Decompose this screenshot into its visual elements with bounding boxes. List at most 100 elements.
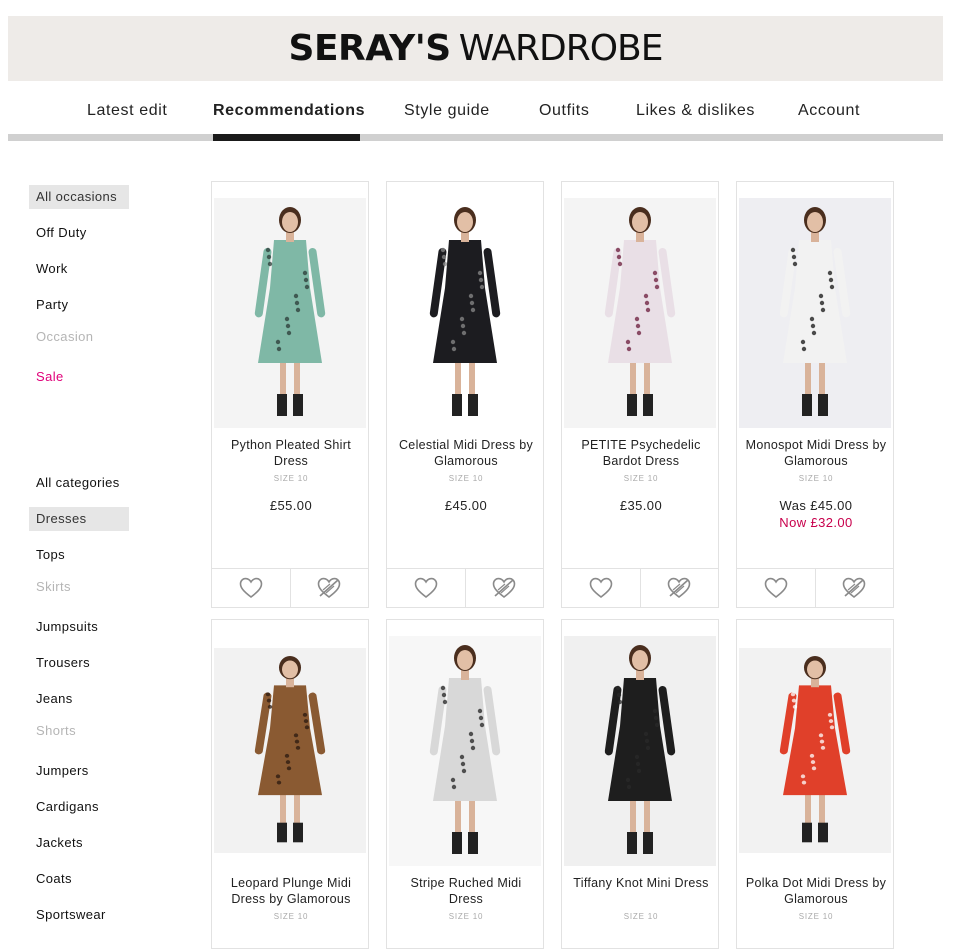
- product-card[interactable]: Python Pleated Shirt Dress SIZE 10 £55.0…: [211, 181, 369, 608]
- filter-dresses[interactable]: Dresses: [29, 507, 129, 531]
- product-card[interactable]: Polka Dot Midi Dress by Glamorous SIZE 1…: [736, 619, 894, 949]
- filter-jeans[interactable]: Jeans: [29, 687, 129, 711]
- product-photo[interactable]: [214, 198, 366, 428]
- like-button[interactable]: [737, 569, 815, 607]
- dress-pattern-dot: [644, 300, 650, 306]
- dress-pattern-dot: [645, 745, 651, 751]
- product-card[interactable]: Tiffany Knot Mini Dress SIZE 10: [561, 619, 719, 949]
- filter-occasion: Occasion: [36, 329, 94, 344]
- dress-pattern-dot: [625, 777, 631, 783]
- product-photo[interactable]: [389, 198, 541, 428]
- product-card[interactable]: Celestial Midi Dress by Glamorous SIZE 1…: [386, 181, 544, 608]
- like-button[interactable]: [387, 569, 465, 607]
- dislike-button[interactable]: [464, 569, 544, 607]
- nav-latest-edit[interactable]: Latest edit: [87, 102, 167, 120]
- dress-pattern-dot: [653, 277, 659, 283]
- dress-pattern-dot: [827, 270, 833, 276]
- like-button[interactable]: [562, 569, 640, 607]
- filter-cardigans[interactable]: Cardigans: [29, 795, 129, 819]
- model-face: [282, 212, 298, 232]
- filter-skirts: Skirts: [36, 579, 71, 594]
- dress-pattern-dot: [451, 784, 457, 790]
- product-name[interactable]: Python Pleated Shirt Dress: [218, 437, 364, 469]
- product-name[interactable]: Celestial Midi Dress by Glamorous: [393, 437, 539, 469]
- dislike-button[interactable]: [639, 569, 719, 607]
- product-card[interactable]: Monospot Midi Dress by Glamorous SIZE 10…: [736, 181, 894, 608]
- filter-all-occasions[interactable]: All occasions: [29, 185, 129, 209]
- model-boot: [277, 394, 287, 416]
- filter-sale[interactable]: Sale: [29, 365, 129, 389]
- dress-pattern-dot: [303, 719, 309, 724]
- model-boot: [802, 394, 812, 416]
- filter-jumpsuits[interactable]: Jumpsuits: [29, 615, 129, 639]
- product-card[interactable]: PETITE Psychedelic Bardot Dress SIZE 10 …: [561, 181, 719, 608]
- product-photo[interactable]: [214, 648, 366, 853]
- product-photo[interactable]: [389, 636, 541, 866]
- product-name[interactable]: Stripe Ruched Midi Dress: [393, 875, 539, 907]
- dress-pattern-dot: [285, 760, 291, 765]
- product-photo[interactable]: [564, 636, 716, 866]
- dress-pattern-dot: [477, 270, 483, 276]
- dress-pattern-dot: [461, 330, 467, 336]
- product-size: SIZE 10: [623, 474, 659, 483]
- product-name[interactable]: Monospot Midi Dress by Glamorous: [743, 437, 889, 469]
- dress-pattern-dot: [811, 766, 817, 771]
- dress-pattern-dot: [441, 692, 447, 698]
- filter-all-categories[interactable]: All categories: [29, 471, 129, 495]
- dress-pattern-dot: [818, 293, 824, 299]
- product-card[interactable]: Leopard Plunge Midi Dress by Glamorous S…: [211, 619, 369, 949]
- product-was-price: Was £45.00: [779, 498, 853, 513]
- dress-pattern-dot: [809, 316, 815, 322]
- product-size: SIZE 10: [798, 912, 834, 921]
- nav-account[interactable]: Account: [798, 102, 860, 120]
- dress-pattern-dot: [275, 339, 281, 345]
- filter-tops[interactable]: Tops: [29, 543, 129, 567]
- nav-likes-dislikes[interactable]: Likes & dislikes: [636, 102, 755, 120]
- product-name[interactable]: Polka Dot Midi Dress by Glamorous: [743, 875, 889, 907]
- dress-pattern-dot: [819, 739, 825, 744]
- product-card[interactable]: Stripe Ruched Midi Dress SIZE 10: [386, 619, 544, 949]
- main-nav: Latest edit Recommendations Style guide …: [8, 90, 943, 141]
- dress-pattern-dot: [275, 774, 281, 779]
- nav-recommendations[interactable]: Recommendations: [213, 102, 365, 120]
- like-button[interactable]: [212, 569, 290, 607]
- dress-pattern-dot: [294, 739, 300, 744]
- product-price: £35.00: [619, 498, 663, 513]
- filter-jumpers[interactable]: Jumpers: [29, 759, 129, 783]
- model-boot: [277, 822, 287, 843]
- product-price: £55.00: [269, 498, 313, 513]
- filter-sportswear[interactable]: Sportswear: [29, 903, 129, 927]
- filter-work[interactable]: Work: [29, 257, 129, 281]
- filter-party[interactable]: Party: [29, 293, 129, 317]
- dress-pattern-dot: [478, 715, 484, 721]
- product-size: SIZE 10: [448, 912, 484, 921]
- dislike-button[interactable]: [289, 569, 369, 607]
- product-photo[interactable]: [739, 198, 891, 428]
- nav-style-guide[interactable]: Style guide: [404, 102, 490, 120]
- nav-outfits[interactable]: Outfits: [539, 102, 589, 120]
- header-banner: SERAY'S WARDROBE: [8, 16, 943, 81]
- filter-jackets[interactable]: Jackets: [29, 831, 129, 855]
- dress-pattern-dot: [634, 316, 640, 322]
- dress-pattern-dot: [468, 293, 474, 299]
- dress-pattern-dot: [293, 733, 299, 738]
- dress-pattern-dot: [304, 725, 310, 730]
- filter-off-duty[interactable]: Off Duty: [29, 221, 129, 245]
- dress-pattern-dot: [654, 284, 660, 290]
- product-name[interactable]: Tiffany Knot Mini Dress: [568, 875, 714, 891]
- dress-pattern-dot: [478, 277, 484, 283]
- brand-logo[interactable]: SERAY'S WARDROBE: [289, 28, 664, 69]
- dress-pattern-dot: [442, 699, 448, 705]
- product-name[interactable]: PETITE Psychedelic Bardot Dress: [568, 437, 714, 469]
- dress-pattern-dot: [469, 738, 475, 744]
- dress-pattern-dot: [820, 307, 826, 313]
- product-photo[interactable]: [564, 198, 716, 428]
- heart-crossed-icon: [317, 577, 341, 599]
- dress-pattern-dot: [636, 768, 642, 774]
- filter-trousers[interactable]: Trousers: [29, 651, 129, 675]
- product-photo[interactable]: [739, 648, 891, 853]
- filter-coats[interactable]: Coats: [29, 867, 129, 891]
- product-name[interactable]: Leopard Plunge Midi Dress by Glamorous: [218, 875, 364, 907]
- model-face: [632, 650, 648, 670]
- dislike-button[interactable]: [814, 569, 894, 607]
